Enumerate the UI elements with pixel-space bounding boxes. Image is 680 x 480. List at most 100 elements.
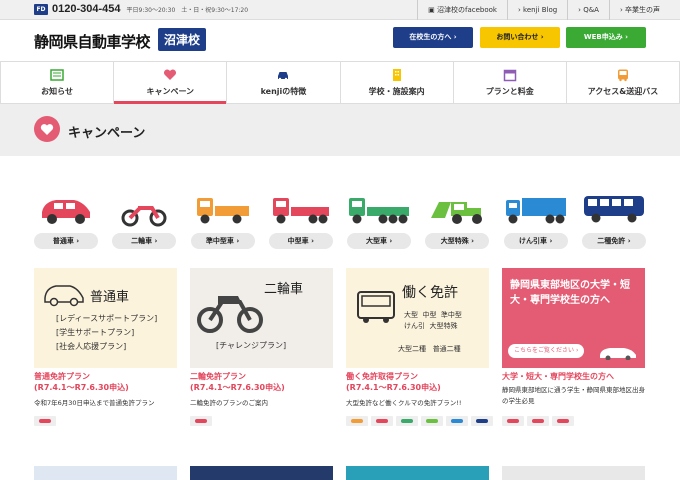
vehicle-towing[interactable]: けん引車 › xyxy=(503,188,568,250)
vehicle-motorcycle[interactable]: 二輪車 › xyxy=(112,188,177,250)
campaign-card-partial[interactable] xyxy=(502,466,645,480)
campaign-card-standard[interactable]: 普通車 [レディースサポートプラン] [学生サポートプラン] [社会人応援プラン… xyxy=(34,268,177,428)
page-title-bar: キャンペーン xyxy=(0,104,680,156)
facebook-link[interactable]: ▣ 沼津校のfacebook xyxy=(417,0,507,20)
nav-item-access[interactable]: アクセス&送迎バス xyxy=(567,62,680,103)
campaign-banner[interactable]: 普通車 [レディースサポートプラン] [学生サポートプラン] [社会人応援プラン… xyxy=(34,268,177,368)
vehicle-tags xyxy=(190,416,212,426)
truck-tag-icon xyxy=(371,416,393,426)
campaign-banner[interactable]: 働く免許 大型 中型 準中型 けん引 大型特殊 大型二種 普通二種 xyxy=(346,268,489,368)
campaign-card-partial[interactable] xyxy=(190,466,333,480)
site-header: 静岡県自動車学校 沼津校 在校生の方へ › お問い合わせ › WEB申込み › xyxy=(0,20,680,62)
motorcycle-icon xyxy=(121,206,167,227)
campaign-cards: 普通車 [レディースサポートプラン] [学生サポートプラン] [社会人応援プラン… xyxy=(34,268,646,428)
calendar-icon xyxy=(503,69,517,82)
campaign-title[interactable]: 大学・短大・専門学校生の方へ xyxy=(502,371,645,382)
trailer-tag-icon xyxy=(446,416,468,426)
campaign-description: 二輪免許のプランのご案内 xyxy=(190,399,268,407)
campus-badge: 沼津校 xyxy=(158,28,207,51)
freedial-icon: FD xyxy=(34,3,48,15)
qa-link[interactable]: › Q&A xyxy=(567,0,609,20)
banner-lines: [チャレンジプラン] xyxy=(216,341,287,350)
nav-item-plans[interactable]: プランと料金 xyxy=(454,62,567,103)
campaign-description: 令和7年6月30日申込まで普通免許プラン xyxy=(34,399,155,407)
banner-lines-bottom: 大型二種 普通二種 xyxy=(398,345,461,353)
car-icon xyxy=(278,72,289,81)
vehicle-standard-car[interactable]: 普通車 › xyxy=(34,188,98,250)
banner-lines: 大型 中型 準中型 けん引 大型特殊 xyxy=(404,311,462,330)
top-links: ▣ 沼津校のfacebook › kenji Blog › Q&A › 卒業生の… xyxy=(417,0,670,20)
car-tag-icon xyxy=(34,416,56,426)
web-apply-button[interactable]: WEB申込み › xyxy=(566,27,646,48)
bus-icon xyxy=(583,196,644,223)
nav-item-news[interactable]: お知らせ xyxy=(0,62,115,103)
top-bar: FD 0120-304-454 平日9:30〜20:30 土・日・祝9:30〜1… xyxy=(0,0,680,20)
car-icon xyxy=(600,348,636,360)
heart-icon xyxy=(164,69,177,80)
campaign-banner[interactable]: 静岡県東部地区の大学・短大・専門学校生の方へ こちらをご覧ください › xyxy=(502,268,645,368)
page-title: キャンペーン xyxy=(68,126,146,141)
campaign-title[interactable]: 働く免許取得プラン (R7.4.1〜R7.6.30申込) xyxy=(346,371,489,393)
more-campaign-cards xyxy=(34,466,646,480)
banner-lines: [レディースサポートプラン] [学生サポートプラン] [社会人応援プラン] xyxy=(56,314,158,351)
campaign-card-partial[interactable] xyxy=(346,466,489,480)
main-nav: お知らせ キャンペーン kenjiの特徴 学校・施設案内 プランと料金 アクセス… xyxy=(0,62,680,104)
vehicle-class2[interactable]: 二種免許 › xyxy=(581,188,646,250)
vehicle-medium[interactable]: 中型車 › xyxy=(268,188,333,250)
news-icon xyxy=(50,69,64,81)
campaign-banner[interactable]: 二輪車 [チャレンジプラン] xyxy=(190,268,333,368)
car-icon xyxy=(44,285,84,307)
truck-tag-icon xyxy=(346,416,368,426)
vehicle-label: 二輪車 › xyxy=(112,233,177,249)
phone-number[interactable]: 0120-304-454 xyxy=(52,3,121,15)
vehicle-label: 普通車 › xyxy=(34,233,98,249)
vehicle-tags xyxy=(502,416,574,426)
truck-icon xyxy=(196,198,249,224)
current-students-button[interactable]: 在校生の方へ › xyxy=(393,27,473,48)
banner-cta[interactable]: こちらをご覧ください › xyxy=(508,344,585,358)
vehicle-large[interactable]: 大型車 › xyxy=(347,188,412,250)
campaign-title[interactable]: 普通免許プラン (R7.4.1〜R7.6.30申込) xyxy=(34,371,177,393)
vehicle-label: 二種免許 › xyxy=(581,233,646,249)
truck-tag-icon xyxy=(552,416,574,426)
banner-heading: 働く免許 xyxy=(402,285,458,301)
nav-item-features[interactable]: kenjiの特徴 xyxy=(227,62,341,103)
vehicle-tags xyxy=(346,416,493,426)
vehicle-tags xyxy=(34,416,56,426)
contact-button[interactable]: お問い合わせ › xyxy=(480,27,560,48)
facebook-icon: ▣ xyxy=(428,6,438,14)
vehicle-special[interactable]: 大型特殊 › xyxy=(425,188,490,250)
campaign-description: 大型免許など働くクルマの免許プラン!! xyxy=(346,399,462,407)
loader-tag-icon xyxy=(421,416,443,426)
campaign-card-work[interactable]: 働く免許 大型 中型 準中型 けん引 大型特殊 大型二種 普通二種 働く免許取得… xyxy=(346,268,493,428)
bus-tag-icon xyxy=(471,416,493,426)
car-icon xyxy=(42,200,90,224)
vehicle-label: 大型車 › xyxy=(347,233,412,249)
campaign-description: 静岡県東部地区に通う学生・静岡県東部地区出身の学生必見 xyxy=(502,386,645,405)
nav-item-facilities[interactable]: 学校・施設案内 xyxy=(341,62,454,103)
banner-heading: 二輪車 xyxy=(264,282,304,297)
campaign-card-partial[interactable] xyxy=(34,466,177,480)
truck-icon xyxy=(272,198,329,224)
nav-item-campaign[interactable]: キャンペーン xyxy=(114,62,228,104)
banner-heading: 静岡県東部地区の大学・短大・専門学校生の方へ xyxy=(510,280,630,306)
bus-icon xyxy=(357,291,395,323)
campaign-title[interactable]: 二輪免許プラン (R7.4.1〜R7.6.30申込) xyxy=(190,371,333,393)
building-icon xyxy=(392,69,401,81)
campaign-card-motorcycle[interactable]: 二輪車 [チャレンジプラン] 二輪免許プラン (R7.4.1〜R7.6.30申込… xyxy=(190,268,333,428)
vehicle-label: 大型特殊 › xyxy=(425,233,490,249)
vehicle-label: けん引車 › xyxy=(503,233,568,249)
motorcycle-tag-icon xyxy=(190,416,212,426)
business-hours: 平日9:30〜20:30 土・日・祝9:30〜17:20 xyxy=(126,6,249,14)
banner-heading: 普通車 xyxy=(90,290,130,305)
phone-info: FD 0120-304-454 平日9:30〜20:30 土・日・祝9:30〜1… xyxy=(34,3,248,15)
campaign-card-students[interactable]: 静岡県東部地区の大学・短大・専門学校生の方へ こちらをご覧ください › 大学・短… xyxy=(502,268,645,428)
graduates-link[interactable]: › 卒業生の声 xyxy=(608,0,670,20)
site-logo[interactable]: 静岡県自動車学校 xyxy=(34,31,151,52)
vehicle-categories: 普通車 › 二輪車 › 準中型車 › 中型車 › 大型車 › 大型特殊 › けん… xyxy=(34,188,646,250)
vehicle-semi-medium[interactable]: 準中型車 › xyxy=(190,188,255,250)
heart-icon xyxy=(34,116,60,142)
motorcycle-tag-icon xyxy=(527,416,549,426)
blog-link[interactable]: › kenji Blog xyxy=(507,0,567,20)
truck-icon xyxy=(349,198,410,224)
